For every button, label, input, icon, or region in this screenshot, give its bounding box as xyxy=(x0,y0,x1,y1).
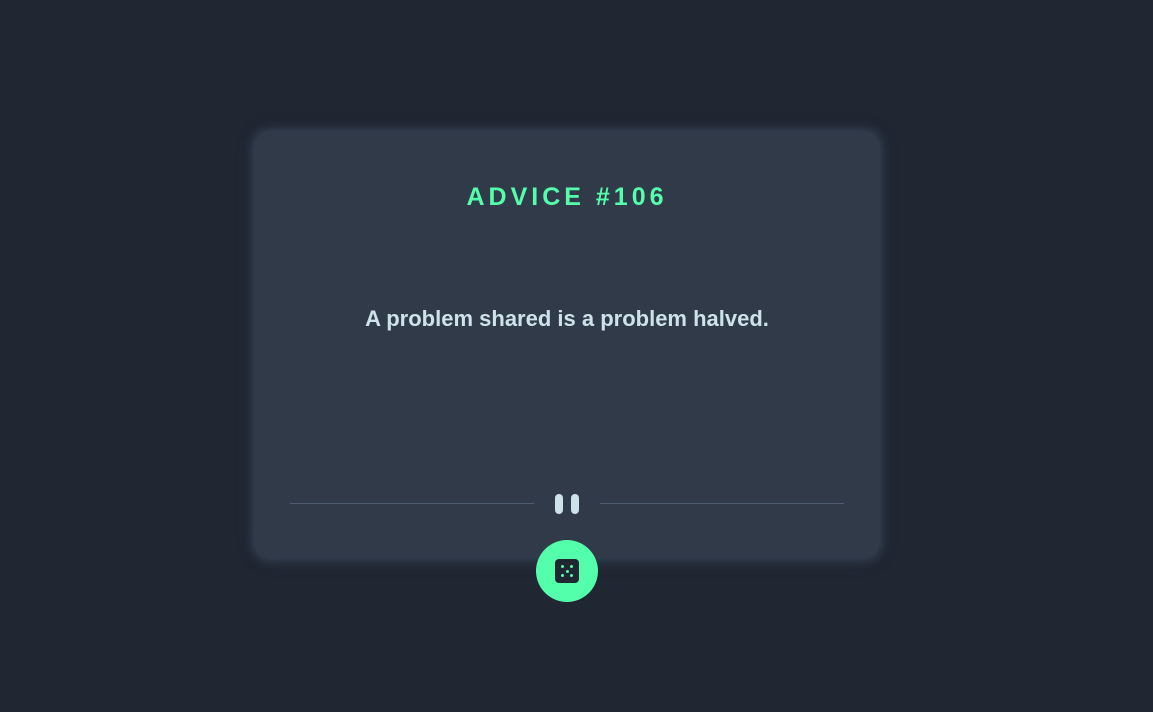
dice-pip xyxy=(565,569,569,573)
dice-pip xyxy=(570,565,573,568)
dice-pip xyxy=(561,565,564,568)
generate-advice-button[interactable] xyxy=(536,540,598,602)
divider-line-right xyxy=(600,503,844,504)
dice-pip xyxy=(561,574,564,577)
dice-pip xyxy=(570,574,573,577)
advice-quote: A problem shared is a problem halved. xyxy=(365,306,769,331)
advice-card: ADVICE #106 A problem shared is a proble… xyxy=(255,132,879,558)
divider-line-left xyxy=(290,503,534,504)
pause-bar-right xyxy=(571,494,579,514)
pause-icon xyxy=(555,494,579,514)
advice-number: ADVICE #106 xyxy=(466,183,668,211)
pattern-divider xyxy=(290,492,844,516)
dice-icon xyxy=(555,559,579,583)
pause-bar-left xyxy=(555,494,563,514)
